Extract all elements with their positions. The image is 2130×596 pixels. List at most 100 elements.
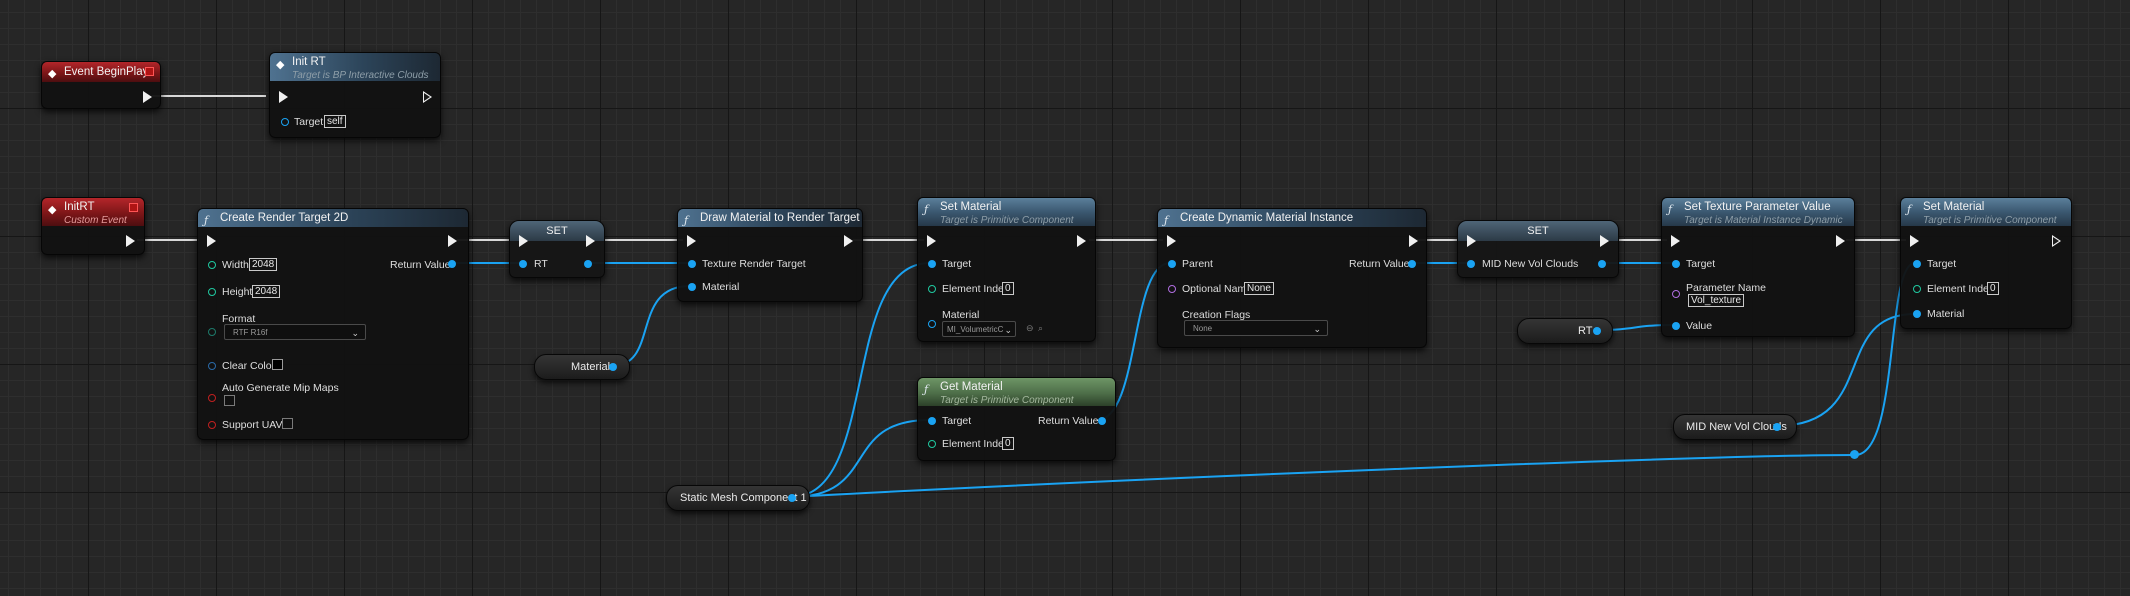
reroute-knot[interactable] — [1850, 450, 1859, 459]
rt-out-pin[interactable] — [584, 260, 592, 268]
optional-name-field[interactable]: None — [1244, 282, 1274, 295]
texture-render-target-pin[interactable] — [688, 260, 696, 268]
exec-out-pin[interactable] — [1836, 235, 1845, 247]
exec-out-pin[interactable] — [126, 235, 135, 247]
target-value-field[interactable]: self — [324, 115, 346, 128]
element-index-field[interactable]: 0 — [1002, 437, 1014, 450]
event-diamond-icon: ◆ — [48, 67, 57, 80]
mips-checkbox[interactable] — [224, 395, 235, 406]
static-mesh-component-variable-node[interactable]: Static Mesh Component 1 — [666, 485, 810, 511]
mid-label: MID New Vol Clouds — [1482, 258, 1579, 270]
get-material-node[interactable]: ƒ Get Material Target is Primitive Compo… — [917, 377, 1116, 461]
set-mid-node[interactable]: SET MID New Vol Clouds — [1457, 220, 1619, 278]
exec-in-pin[interactable] — [1167, 235, 1176, 247]
uavs-pin[interactable] — [208, 421, 216, 429]
material-variable-node[interactable]: Material — [534, 354, 630, 380]
element-index-label: Element Index — [942, 283, 1010, 295]
element-index-pin[interactable] — [1913, 285, 1921, 293]
clear-color-pin[interactable] — [208, 362, 216, 370]
mid-out-pin[interactable] — [1773, 423, 1781, 431]
exec-out-pin[interactable] — [143, 91, 152, 103]
rt-in-pin[interactable] — [519, 260, 527, 268]
exec-in-pin[interactable] — [279, 91, 288, 103]
return-value-pin[interactable] — [1098, 417, 1106, 425]
target-pin[interactable] — [928, 417, 936, 425]
element-index-field[interactable]: 0 — [1987, 282, 1999, 295]
height-pin[interactable] — [208, 288, 216, 296]
uavs-checkbox[interactable] — [282, 418, 293, 429]
event-beginplay-node[interactable]: ◆ Event BeginPlay — [41, 61, 161, 109]
exec-in-pin[interactable] — [1467, 235, 1476, 247]
mid-out-pin[interactable] — [1598, 260, 1606, 268]
exec-out-pin[interactable] — [2052, 235, 2061, 247]
target-pin[interactable] — [281, 118, 289, 126]
exec-in-pin[interactable] — [927, 235, 936, 247]
width-value-field[interactable]: 2048 — [249, 258, 278, 271]
mid-in-pin[interactable] — [1467, 260, 1475, 268]
target-pin[interactable] — [928, 260, 936, 268]
element-index-pin[interactable] — [928, 285, 936, 293]
material-pin[interactable] — [688, 283, 696, 291]
element-index-pin[interactable] — [928, 440, 936, 448]
mid-variable-node[interactable]: MID New Vol Clouds — [1673, 414, 1797, 440]
rt-out-pin[interactable] — [1593, 327, 1601, 335]
use-asset-icon[interactable]: ⊖ — [1026, 323, 1034, 334]
material-out-pin[interactable] — [609, 363, 617, 371]
set-texture-parameter-value-node[interactable]: ƒ Set Texture Parameter Value Target is … — [1661, 197, 1855, 337]
material-label: Material — [942, 309, 980, 321]
parameter-name-pin[interactable] — [1672, 290, 1680, 298]
node-title: Set Material — [940, 201, 1002, 213]
target-pin[interactable] — [1913, 260, 1921, 268]
material-asset-value: MI_VolumetricC — [947, 325, 1004, 334]
exec-out-pin[interactable] — [1077, 235, 1086, 247]
creation-flags-dropdown[interactable]: None ⌄ — [1184, 320, 1328, 336]
node-title: Get Material — [940, 381, 1003, 393]
format-dropdown[interactable]: RTF R16f ⌄ — [224, 324, 366, 340]
browse-asset-icon[interactable]: ⌕ — [1038, 323, 1043, 334]
target-pin[interactable] — [1672, 260, 1680, 268]
exec-in-pin[interactable] — [519, 235, 528, 247]
mips-pin[interactable] — [208, 394, 216, 402]
height-value-field[interactable]: 2048 — [252, 285, 281, 298]
initrt-custom-event-node[interactable]: ◆ InitRT Custom Event — [41, 197, 145, 255]
parent-pin[interactable] — [1168, 260, 1176, 268]
init-rt-call-node[interactable]: ◆ Init RT Target is BP Interactive Cloud… — [269, 52, 441, 138]
delegate-square-icon[interactable] — [145, 67, 154, 76]
rt-variable-node[interactable]: RT — [1517, 318, 1613, 344]
material-pin[interactable] — [1913, 310, 1921, 318]
exec-in-pin[interactable] — [1671, 235, 1680, 247]
width-pin[interactable] — [208, 261, 216, 269]
static-mesh-out-pin[interactable] — [788, 494, 796, 502]
parameter-name-field[interactable]: Vol_texture — [1688, 294, 1745, 307]
variable-label: RT — [1578, 325, 1593, 337]
clear-color-swatch[interactable] — [272, 359, 283, 370]
set-rt-node[interactable]: SET RT — [509, 220, 605, 278]
return-value-pin[interactable] — [448, 260, 456, 268]
clear-color-label: Clear Color — [222, 360, 276, 372]
delegate-square-icon[interactable] — [129, 203, 138, 212]
draw-material-node[interactable]: ƒ Draw Material to Render Target Texture… — [677, 208, 863, 302]
element-index-label: Element Index — [942, 438, 1010, 450]
exec-out-pin[interactable] — [586, 235, 595, 247]
value-pin[interactable] — [1672, 322, 1680, 330]
exec-out-pin[interactable] — [844, 235, 853, 247]
mips-label: Auto Generate Mip Maps — [222, 382, 339, 394]
material-asset-dropdown[interactable]: MI_VolumetricC ⌄ — [942, 321, 1016, 337]
exec-out-pin[interactable] — [1600, 235, 1609, 247]
return-value-label: Return Value — [390, 259, 451, 271]
material-pin[interactable] — [928, 320, 936, 328]
set-material-node-1[interactable]: ƒ Set Material Target is Primitive Compo… — [917, 197, 1096, 342]
optional-name-pin[interactable] — [1168, 285, 1176, 293]
exec-out-pin[interactable] — [423, 91, 432, 103]
exec-out-pin[interactable] — [448, 235, 457, 247]
format-pin[interactable] — [208, 328, 216, 336]
exec-in-pin[interactable] — [1910, 235, 1919, 247]
create-render-target-2d-node[interactable]: ƒ Create Render Target 2D Width 2048 Hei… — [197, 208, 469, 440]
set-material-node-2[interactable]: ƒ Set Material Target is Primitive Compo… — [1900, 197, 2072, 329]
exec-in-pin[interactable] — [687, 235, 696, 247]
element-index-field[interactable]: 0 — [1002, 282, 1014, 295]
exec-in-pin[interactable] — [207, 235, 216, 247]
exec-out-pin[interactable] — [1409, 235, 1418, 247]
return-value-pin[interactable] — [1408, 260, 1416, 268]
create-dynamic-material-instance-node[interactable]: ƒ Create Dynamic Material Instance Paren… — [1157, 208, 1427, 348]
